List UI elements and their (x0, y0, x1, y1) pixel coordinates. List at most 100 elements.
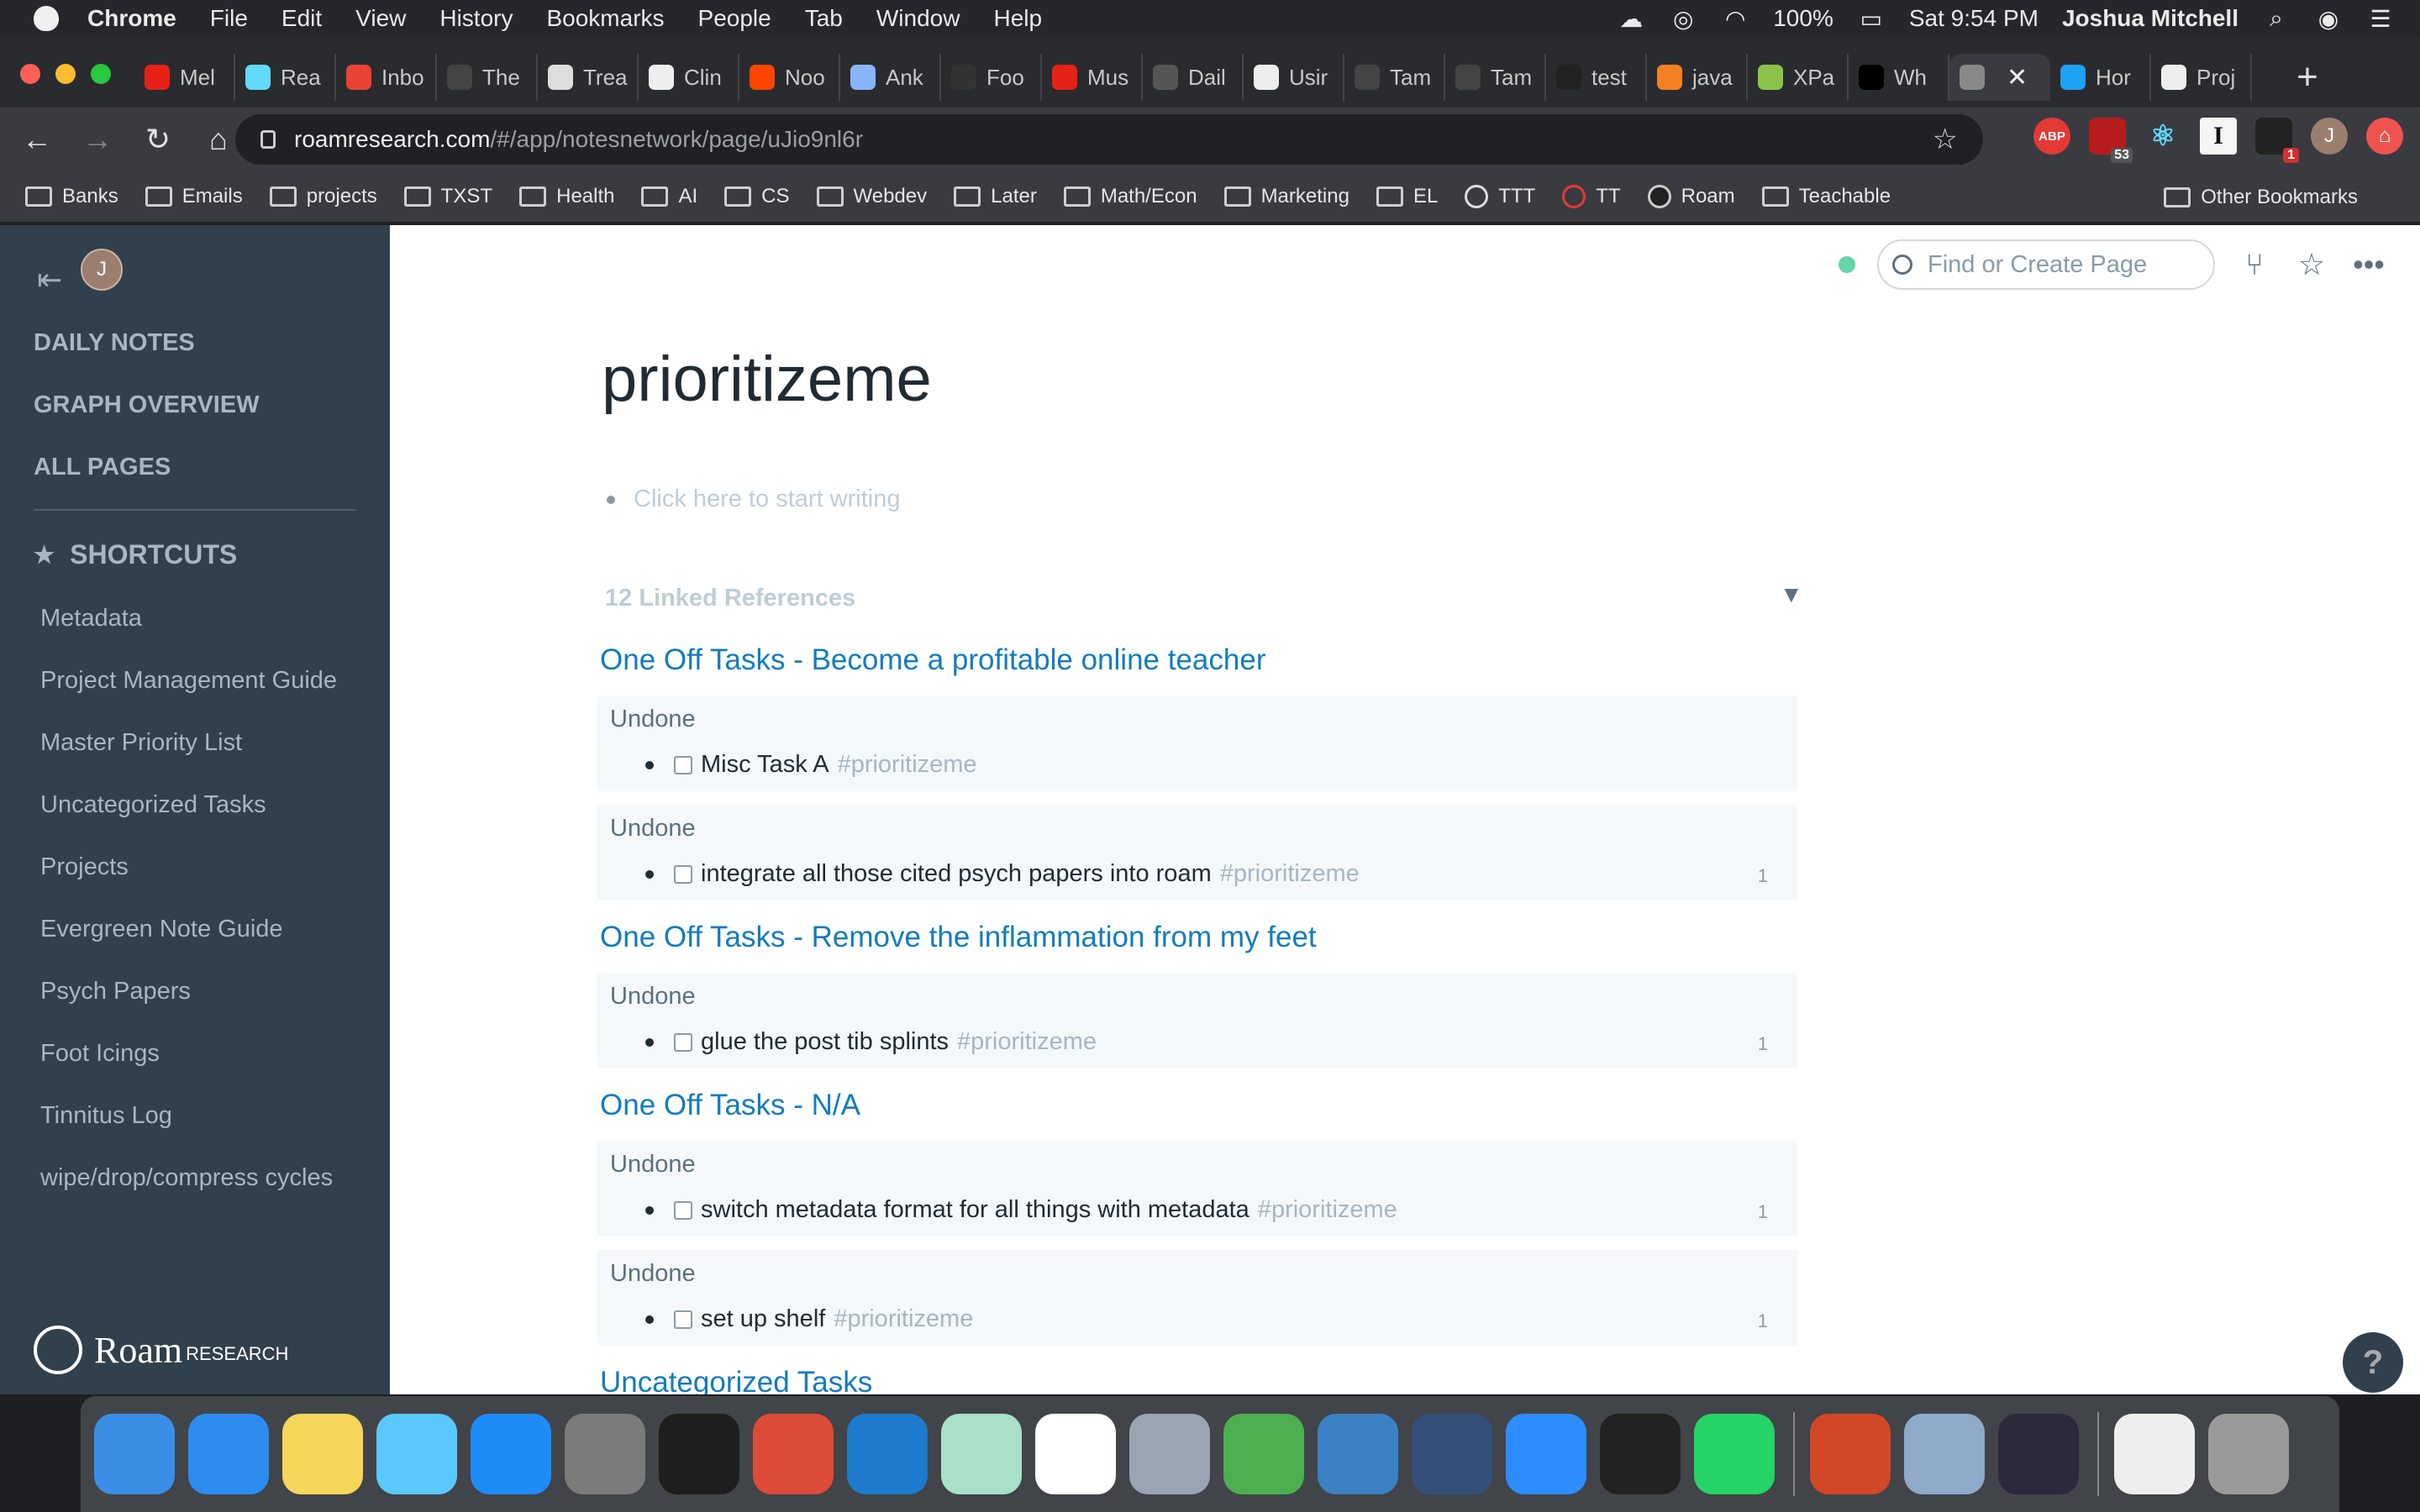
wifi-icon[interactable]: ◠ (1721, 6, 1749, 32)
user-name[interactable]: Joshua Mitchell (2062, 5, 2238, 32)
menu-history[interactable]: History (439, 5, 513, 32)
bookmark-el[interactable]: EL (1376, 185, 1438, 208)
breadcrumb[interactable]: Undone (610, 815, 696, 843)
browser-tab[interactable]: Wh (1849, 54, 1949, 101)
dock-zoom-icon[interactable] (1506, 1414, 1586, 1494)
nav-graph-overview[interactable]: GRAPH OVERVIEW (34, 391, 260, 419)
bookmark-txst[interactable]: TXST (403, 185, 492, 208)
dock-xcode-instruments-icon[interactable] (1129, 1414, 1210, 1494)
bookmark-cs[interactable]: CS (724, 185, 790, 208)
browser-tab[interactable]: Mus (1042, 54, 1143, 101)
todo-checkbox[interactable] (674, 755, 692, 774)
nav-all-pages[interactable]: ALL PAGES (34, 454, 171, 481)
breadcrumb[interactable]: Undone (610, 1151, 696, 1179)
menu-file[interactable]: File (210, 5, 248, 32)
cloud-icon[interactable]: ☁ (1617, 6, 1645, 32)
new-tab-button[interactable]: + (2284, 54, 2331, 101)
forward-button[interactable]: → (74, 116, 121, 163)
search-input[interactable] (1928, 250, 2205, 279)
bookmark-tt[interactable]: TT (1562, 185, 1621, 208)
bullet-icon[interactable] (607, 495, 615, 504)
list-item[interactable]: switch metadata format for all things wi… (645, 1196, 1397, 1224)
minimize-window-button[interactable] (55, 64, 76, 84)
bookmark-ai[interactable]: AI (641, 185, 697, 208)
list-item[interactable]: set up shelf #prioritizeme (645, 1305, 973, 1333)
graph-icon[interactable]: ⑂ (2237, 247, 2272, 282)
dock-system-preferences-icon[interactable] (565, 1414, 645, 1494)
battery-icon[interactable]: ▭ (1857, 6, 1886, 32)
browser-tab[interactable]: Noo (739, 54, 840, 101)
avatar[interactable]: J (81, 249, 123, 291)
dock-messages-icon[interactable] (376, 1414, 457, 1494)
extension-house-icon[interactable]: ⌂ (2366, 118, 2403, 155)
reference-page-link[interactable]: One Off Tasks - N/A (597, 1082, 1798, 1141)
collapse-sidebar-icon[interactable]: ⇤ (37, 262, 62, 297)
browser-tab-active[interactable]: ✕ (1949, 54, 2050, 101)
linked-references-heading[interactable]: 12 Linked References (605, 585, 855, 612)
todo-checkbox[interactable] (674, 864, 692, 884)
breadcrumb[interactable]: Undone (610, 983, 696, 1011)
dock-finder-icon[interactable] (94, 1414, 175, 1494)
dock-notes-icon[interactable] (282, 1414, 363, 1494)
sync-icon[interactable]: ◎ (1669, 6, 1697, 32)
adblock-plus-icon[interactable]: ABP (2033, 118, 2070, 155)
dock-camtasia-icon[interactable] (1223, 1414, 1304, 1494)
browser-tab[interactable]: Tam (1445, 54, 1546, 101)
browser-tab[interactable]: Hor (2050, 54, 2151, 101)
shortcut-psych-papers[interactable]: Psych Papers (40, 978, 191, 1005)
back-button[interactable]: ← (13, 116, 60, 163)
lock-icon[interactable] (260, 130, 276, 149)
react-devtools-icon[interactable]: ⚛ (2144, 118, 2181, 155)
menu-people[interactable]: People (698, 5, 771, 32)
ublock-extension-icon[interactable]: 1 (2255, 118, 2299, 163)
notification-center-icon[interactable]: ☰ (2366, 6, 2395, 32)
bookmark-ttt[interactable]: TTT (1465, 185, 1535, 208)
browser-tab[interactable]: Rea (235, 54, 336, 101)
menu-edit[interactable]: Edit (281, 5, 322, 32)
bullet-icon[interactable] (645, 1205, 654, 1215)
bullet-icon[interactable] (645, 1037, 654, 1047)
menu-help[interactable]: Help (993, 5, 1042, 32)
list-item[interactable]: integrate all those cited psych papers i… (645, 860, 1360, 888)
bookmark-webdev[interactable]: Webdev (816, 185, 927, 208)
reference-page-link[interactable]: Uncategorized Tasks (597, 1359, 1798, 1394)
dock-keyboard-app-icon[interactable] (941, 1414, 1022, 1494)
page-tag[interactable]: #prioritizeme (1220, 860, 1360, 888)
help-button[interactable]: ? (2343, 1332, 2403, 1393)
nav-daily-notes[interactable]: DAILY NOTES (34, 329, 195, 357)
close-tab-icon[interactable]: ✕ (2007, 63, 2028, 92)
dock-chrome-icon[interactable] (753, 1414, 834, 1494)
bookmark-marketing[interactable]: Marketing (1223, 185, 1349, 208)
clock[interactable]: Sat 9:54 PM (1909, 5, 2039, 32)
shortcut-uncategorized-tasks[interactable]: Uncategorized Tasks (40, 791, 266, 819)
shortcut-evergreen-note-guide[interactable]: Evergreen Note Guide (40, 916, 283, 943)
browser-tab[interactable]: The (437, 54, 538, 101)
browser-tab[interactable]: Clin (639, 54, 739, 101)
siri-icon[interactable]: ◉ (2314, 6, 2343, 32)
bookmark-roam[interactable]: Roam (1647, 185, 1735, 208)
dock-slack-icon[interactable] (1035, 1414, 1116, 1494)
page-title[interactable]: prioritizeme (602, 343, 932, 416)
spotlight-search-icon[interactable]: ⌕ (2262, 5, 2291, 31)
bullet-icon[interactable] (645, 760, 654, 769)
dock-sublime-scrivener-icon[interactable] (1318, 1414, 1398, 1494)
bookmark-later[interactable]: Later (954, 185, 1037, 208)
browser-tab[interactable]: Foo (941, 54, 1042, 101)
dock-vscode-icon[interactable] (847, 1414, 928, 1494)
shortcut-tinnitus-log[interactable]: Tinnitus Log (40, 1102, 172, 1130)
browser-tab[interactable]: Inbo (336, 54, 437, 101)
shortcut-foot-icings[interactable]: Foot Icings (40, 1040, 160, 1068)
dock-document-icon[interactable] (2114, 1414, 2195, 1494)
apple-menu-icon[interactable] (34, 6, 59, 31)
dock-screen-recorder-icon[interactable] (1998, 1414, 2079, 1494)
browser-tab[interactable]: java (1647, 54, 1748, 101)
menu-view[interactable]: View (355, 5, 406, 32)
shortcut-star-icon[interactable]: ☆ (2294, 247, 2329, 282)
dock-preview-icon[interactable] (1904, 1414, 1985, 1494)
reference-count-badge[interactable]: 1 (1758, 1310, 1768, 1332)
shortcut-wipe-drop-compress-cycles[interactable]: wipe/drop/compress cycles (40, 1164, 333, 1192)
page-tag[interactable]: #prioritizeme (834, 1305, 973, 1333)
menu-bookmarks[interactable]: Bookmarks (546, 5, 664, 32)
instapaper-icon[interactable]: I (2200, 118, 2237, 155)
bookmark-math-econ[interactable]: Math/Econ (1063, 185, 1197, 208)
